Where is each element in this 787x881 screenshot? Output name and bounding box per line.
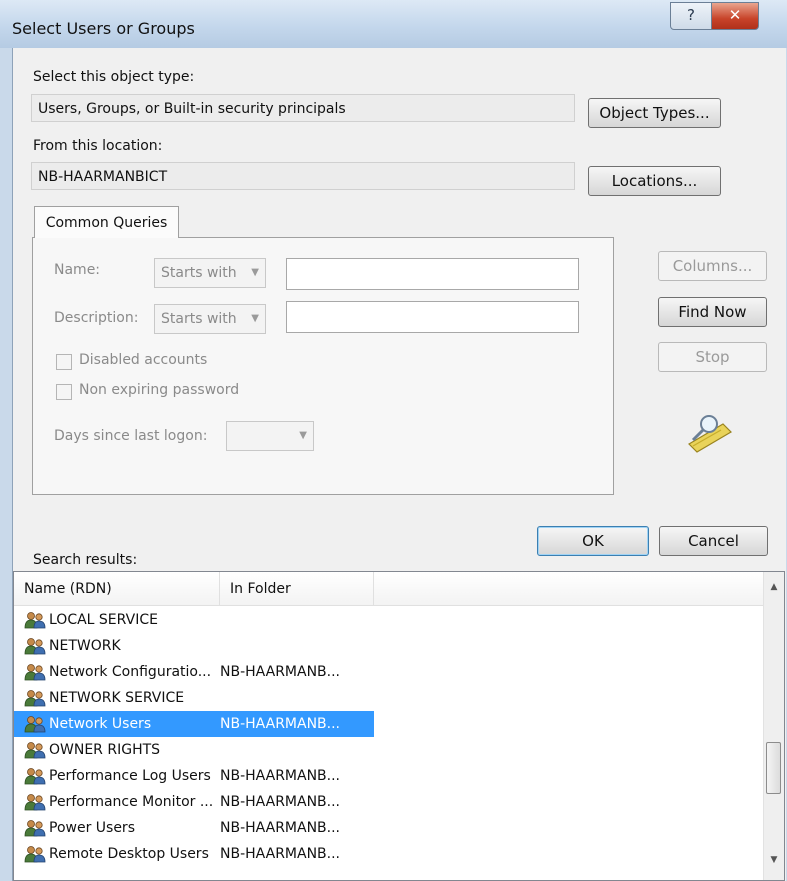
user-group-icon bbox=[24, 846, 46, 863]
row-name: NETWORK SERVICE bbox=[49, 690, 185, 706]
non-expiring-password-label: Non expiring password bbox=[79, 382, 240, 398]
table-row[interactable]: Network Users NB-HAARMANB... bbox=[14, 711, 374, 737]
table-row[interactable]: NETWORK bbox=[14, 633, 374, 659]
close-icon: ✕ bbox=[728, 6, 742, 24]
row-folder: NB-HAARMANB... bbox=[220, 846, 341, 862]
scroll-down-arrow-icon[interactable]: ▼ bbox=[764, 855, 784, 865]
row-name: LOCAL SERVICE bbox=[49, 612, 158, 628]
row-folder: NB-HAARMANB... bbox=[220, 664, 341, 680]
name-mode-select[interactable]: Starts with ▼ bbox=[154, 258, 266, 288]
user-group-icon bbox=[24, 690, 46, 707]
chevron-down-icon: ▼ bbox=[299, 430, 307, 441]
user-group-icon bbox=[24, 768, 46, 785]
row-name: Power Users bbox=[49, 820, 135, 836]
column-header-in-folder[interactable]: In Folder bbox=[220, 572, 374, 606]
location-field: NB-HAARMANBICT bbox=[31, 162, 575, 190]
user-group-icon bbox=[24, 742, 46, 759]
common-queries-panel: Name: Starts with ▼ Description: Starts … bbox=[32, 237, 614, 495]
search-results-label: Search results: bbox=[33, 552, 138, 568]
user-group-icon bbox=[24, 820, 46, 837]
find-now-button[interactable]: Find Now bbox=[658, 297, 767, 327]
table-row[interactable]: Performance Log Users NB-HAARMANB... bbox=[14, 763, 374, 789]
search-binoculars-icon bbox=[688, 415, 732, 453]
location-label: From this location: bbox=[33, 138, 163, 154]
disabled-accounts-checkbox[interactable] bbox=[56, 354, 72, 370]
tab-common-queries[interactable]: Common Queries bbox=[34, 206, 179, 238]
user-group-icon bbox=[24, 638, 46, 655]
title-bar[interactable]: Select Users or Groups ? ✕ bbox=[0, 0, 787, 48]
table-row[interactable]: Power Users NB-HAARMANB... bbox=[14, 815, 374, 841]
description-input[interactable] bbox=[286, 301, 579, 333]
results-scrollbar[interactable]: ▲ ▼ bbox=[763, 572, 784, 880]
user-group-icon bbox=[24, 612, 46, 629]
row-name: Performance Log Users bbox=[49, 768, 211, 784]
user-group-icon bbox=[24, 794, 46, 811]
table-row[interactable]: Network Configuratio... NB-HAARMANB... bbox=[14, 659, 374, 685]
columns-button[interactable]: Columns... bbox=[658, 251, 767, 281]
row-folder: NB-HAARMANB... bbox=[220, 716, 341, 732]
locations-button[interactable]: Locations... bbox=[588, 166, 721, 196]
days-since-logon-select[interactable]: ▼ bbox=[226, 421, 314, 451]
object-types-button[interactable]: Object Types... bbox=[588, 98, 721, 128]
table-row[interactable]: NETWORK SERVICE bbox=[14, 685, 374, 711]
chevron-down-icon: ▼ bbox=[251, 313, 259, 324]
description-mode-value: Starts with bbox=[161, 311, 237, 327]
description-label: Description: bbox=[54, 310, 139, 326]
object-type-label: Select this object type: bbox=[33, 69, 195, 85]
ok-button[interactable]: OK bbox=[537, 526, 649, 556]
name-mode-value: Starts with bbox=[161, 265, 237, 281]
name-label: Name: bbox=[54, 262, 101, 278]
user-group-icon bbox=[24, 716, 46, 733]
row-name: OWNER RIGHTS bbox=[49, 742, 161, 758]
column-header-blank bbox=[374, 572, 765, 606]
table-row[interactable]: OWNER RIGHTS bbox=[14, 737, 374, 763]
scroll-up-arrow-icon[interactable]: ▲ bbox=[764, 582, 784, 592]
table-row[interactable]: Performance Monitor ... NB-HAARMANB... bbox=[14, 789, 374, 815]
days-since-logon-label: Days since last logon: bbox=[54, 428, 208, 444]
object-type-field: Users, Groups, or Built-in security prin… bbox=[31, 94, 575, 122]
dialog-body: Select this object type: Users, Groups, … bbox=[12, 48, 786, 881]
stop-button[interactable]: Stop bbox=[658, 342, 767, 372]
name-input[interactable] bbox=[286, 258, 579, 290]
row-folder: NB-HAARMANB... bbox=[220, 768, 341, 784]
scroll-thumb[interactable] bbox=[766, 742, 781, 794]
row-folder: NB-HAARMANB... bbox=[220, 794, 341, 810]
chevron-down-icon: ▼ bbox=[251, 267, 259, 278]
user-group-icon bbox=[24, 664, 46, 681]
description-mode-select[interactable]: Starts with ▼ bbox=[154, 304, 266, 334]
row-folder: NB-HAARMANB... bbox=[220, 820, 341, 836]
search-results-list[interactable]: Name (RDN) In Folder LOCAL SERVICE NETWOR… bbox=[13, 571, 785, 881]
close-button[interactable]: ✕ bbox=[711, 2, 759, 30]
select-users-dialog: Select Users or Groups ? ✕ Select this o… bbox=[0, 0, 787, 881]
table-row[interactable]: Remote Desktop Users NB-HAARMANB... bbox=[14, 841, 374, 867]
disabled-accounts-label: Disabled accounts bbox=[79, 352, 208, 368]
row-name: NETWORK bbox=[49, 638, 121, 654]
cancel-button[interactable]: Cancel bbox=[659, 526, 768, 556]
row-name: Remote Desktop Users bbox=[49, 846, 209, 862]
row-name: Network Configuratio... bbox=[49, 664, 212, 680]
row-name: Performance Monitor ... bbox=[49, 794, 214, 810]
non-expiring-password-checkbox[interactable] bbox=[56, 384, 72, 400]
table-row[interactable]: LOCAL SERVICE bbox=[14, 607, 374, 633]
help-icon: ? bbox=[687, 6, 695, 24]
dialog-title: Select Users or Groups bbox=[12, 19, 195, 38]
row-name: Network Users bbox=[49, 716, 152, 732]
column-header-name[interactable]: Name (RDN) bbox=[14, 572, 220, 606]
help-button[interactable]: ? bbox=[670, 2, 712, 30]
